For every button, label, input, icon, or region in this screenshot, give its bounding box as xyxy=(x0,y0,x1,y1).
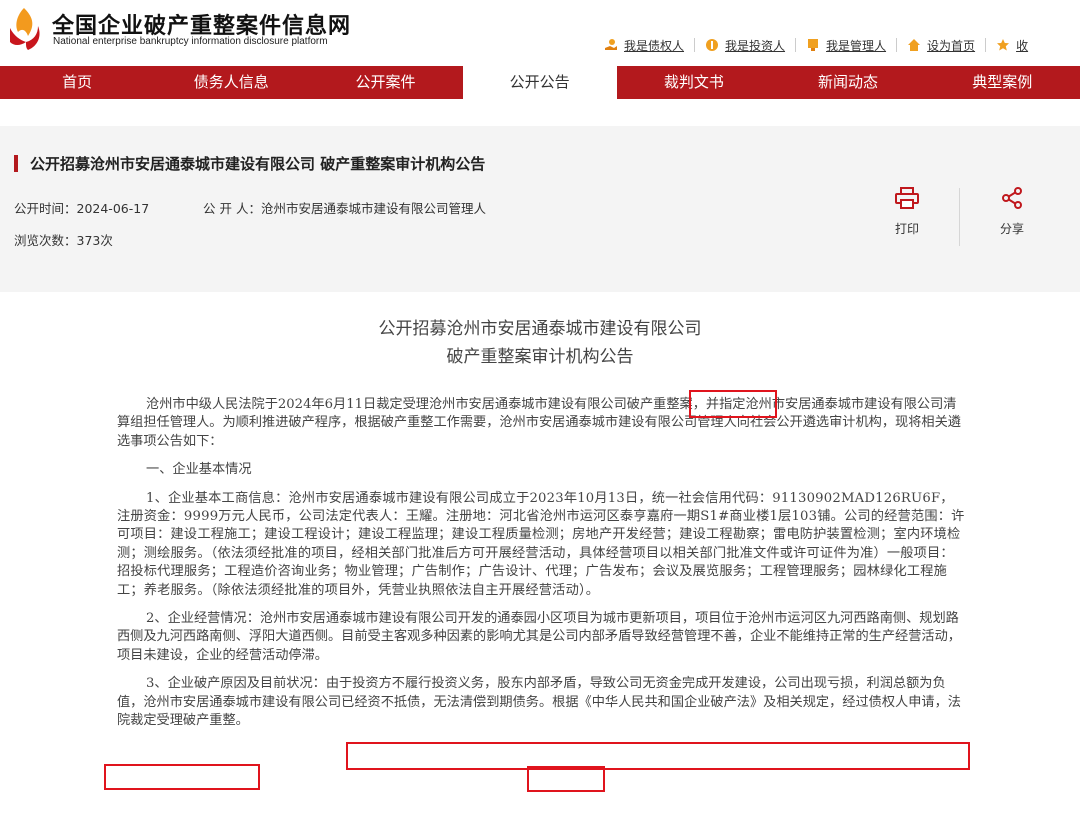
creditor-icon xyxy=(605,39,617,50)
action-divider xyxy=(959,188,960,246)
nav-news[interactable]: 新闻动态 xyxy=(771,66,925,99)
section-heading-basic-info: 一、企业基本情况 xyxy=(146,462,252,478)
link-favorite-label: 收 xyxy=(1016,38,1029,53)
article-info-panel: 公开招募沧州市安居通泰城市建设有限公司 破产重整案审计机构公告 公开时间：202… xyxy=(0,126,1080,292)
separator xyxy=(896,38,898,52)
document-title-line1: 公开招募沧州市安居通泰城市建设有限公司 xyxy=(378,319,702,339)
highlight-box-insolvent xyxy=(527,766,605,792)
title-accent-bar xyxy=(14,155,18,172)
link-set-home-label: 设为首页 xyxy=(927,38,976,53)
document-title-line2: 破产重整案审计机构公告 xyxy=(446,347,634,367)
paragraph-intro: 沧州市中级人民法院于2024年6月11日裁定受理沧州市安居通泰城市建设有限公司破… xyxy=(117,397,961,449)
paragraph-business-info: 1、企业基本工商信息：沧州市安居通泰城市建设有限公司成立于2023年10月13日… xyxy=(117,490,965,598)
article-title-text: 公开招募沧州市安居通泰城市建设有限公司 破产重整案审计机构公告 xyxy=(30,155,486,173)
separator xyxy=(985,38,987,52)
nav-debtor-info[interactable]: 债务人信息 xyxy=(154,66,308,99)
main-nav: 首页 债务人信息 公开案件 公开公告 裁判文书 新闻动态 典型案例 xyxy=(0,66,1080,99)
share-button[interactable]: 分享 xyxy=(982,186,1042,237)
print-label: 打印 xyxy=(894,222,919,236)
star-icon xyxy=(997,39,1010,51)
nav-public-cases[interactable]: 公开案件 xyxy=(308,66,462,99)
link-manager[interactable]: 我是管理人 xyxy=(806,37,886,54)
investor-icon xyxy=(706,39,719,51)
publish-time: 公开时间：2024-06-17 xyxy=(14,201,150,216)
highlight-box-cause xyxy=(346,742,970,770)
paragraph-operations: 2、企业经营情况：沧州市安居通泰城市建设有限公司开发的通泰园小区项目为城市更新项… xyxy=(117,611,961,663)
document-content: 沧州市中级人民法院于2024年6月11日裁定受理沧州市安居通泰城市建设有限公司破… xyxy=(117,396,965,731)
site-header: 全国企业破产重整案件信息网 National enterprise bankru… xyxy=(0,0,1080,66)
view-count: 浏览次数：373次 xyxy=(14,233,113,248)
printer-icon xyxy=(895,187,919,209)
separator xyxy=(795,38,797,52)
paragraph-bankruptcy-cause: 3、企业破产原因及目前状况：由于投资方不履行投资义务，股东内部矛盾，导致公司无资… xyxy=(117,676,961,729)
top-links: 我是债权人 我是投资人 我是管理人 设为首页 收 xyxy=(604,36,1028,54)
publisher: 公 开 人：沧州市安居通泰城市建设有限公司管理人 xyxy=(203,201,486,216)
link-investor[interactable]: 我是投资人 xyxy=(705,37,785,54)
share-icon xyxy=(1002,187,1022,209)
highlight-box-negative-profit xyxy=(104,764,260,790)
link-set-home[interactable]: 设为首页 xyxy=(907,37,975,54)
home-icon xyxy=(908,39,921,51)
link-creditor-label: 我是债权人 xyxy=(624,38,685,53)
print-button[interactable]: 打印 xyxy=(877,186,937,237)
link-investor-label: 我是投资人 xyxy=(725,38,786,53)
article-title: 公开招募沧州市安居通泰城市建设有限公司 破产重整案审计机构公告 xyxy=(14,153,485,174)
site-subtitle: National enterprise bankruptcy informati… xyxy=(53,36,328,47)
nav-public-notices[interactable]: 公开公告 xyxy=(462,66,617,99)
nav-judgments[interactable]: 裁判文书 xyxy=(617,66,771,99)
link-manager-label: 我是管理人 xyxy=(826,38,887,53)
nav-typical-cases[interactable]: 典型案例 xyxy=(925,66,1079,99)
share-label: 分享 xyxy=(999,222,1024,236)
site-logo-icon[interactable] xyxy=(6,6,42,52)
manager-icon xyxy=(808,39,819,51)
link-favorite[interactable]: 收 xyxy=(996,37,1028,54)
nav-home[interactable]: 首页 xyxy=(0,66,154,99)
link-creditor[interactable]: 我是债权人 xyxy=(604,37,684,54)
separator xyxy=(694,38,696,52)
